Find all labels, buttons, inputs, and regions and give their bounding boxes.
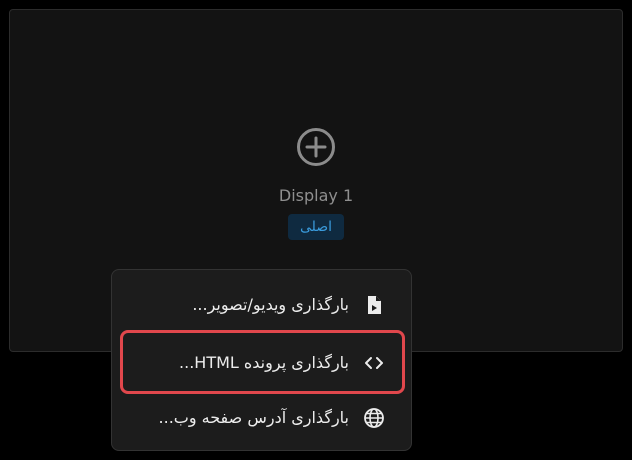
add-content-button[interactable]	[295, 126, 337, 168]
primary-badge: اصلی	[288, 214, 344, 240]
file-icon	[363, 294, 385, 316]
menu-item-load-html-file[interactable]: بارگذاری پرونده HTML...	[112, 341, 411, 385]
menu-item-label: بارگذاری آدرس صفحه وب...	[158, 408, 349, 427]
plus-circle-icon	[297, 128, 335, 166]
menu-item-label: بارگذاری ویدیو/تصویر...	[192, 295, 349, 314]
globe-icon	[363, 407, 385, 429]
code-icon	[363, 352, 385, 374]
menu-item-load-web-url[interactable]: بارگذاری آدرس صفحه وب...	[112, 396, 411, 440]
context-menu: بارگذاری ویدیو/تصویر... بارگذاری پرونده …	[111, 269, 412, 451]
display-name: Display 1	[278, 186, 354, 205]
menu-item-label: بارگذاری پرونده HTML...	[179, 353, 349, 372]
app-stage: Display 1 اصلی بارگذاری ویدیو/تصویر... ب…	[0, 0, 632, 460]
menu-item-load-video-image[interactable]: بارگذاری ویدیو/تصویر...	[112, 283, 411, 327]
